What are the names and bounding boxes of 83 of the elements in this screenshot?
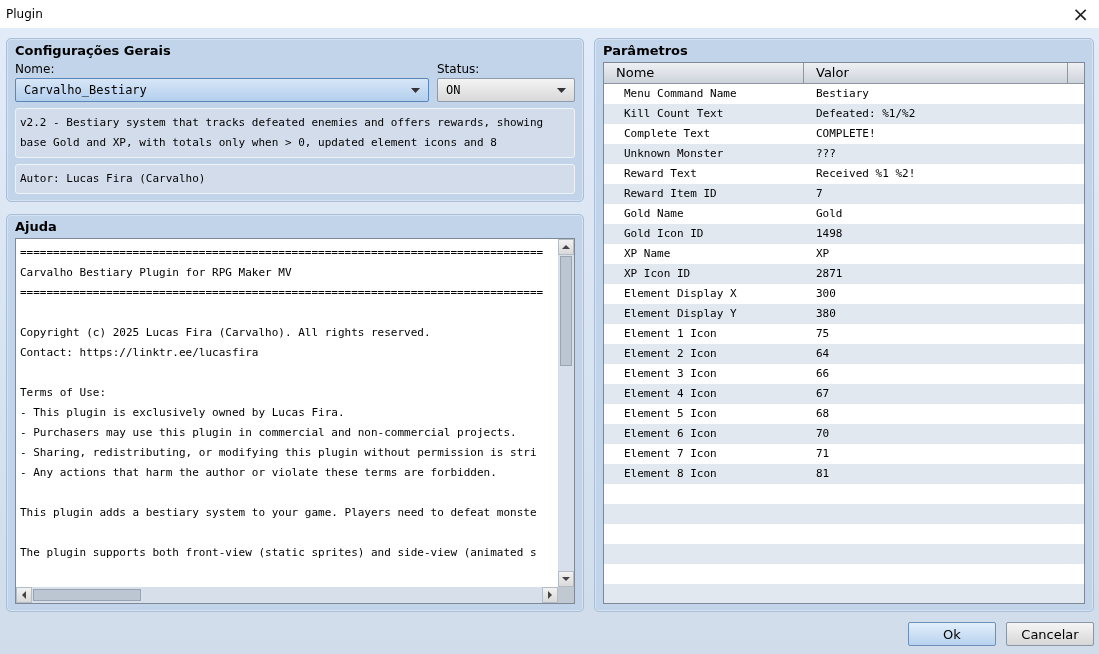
table-cell-text: XP Icon ID (623, 266, 692, 282)
column-header[interactable]: Valor (804, 63, 1068, 83)
table-cell-text: 1498 (816, 226, 843, 242)
table-cell-text: Unknown Monster (623, 146, 725, 162)
table-cell-text: Complete Text (623, 126, 712, 142)
window-title: Plugin (6, 7, 43, 21)
cancel-button[interactable]: Cancelar (1006, 622, 1094, 646)
column-header[interactable]: Nome (604, 63, 804, 83)
help-text-line: - This plugin is exclusively owned by Lucas Fira. (20, 405, 346, 421)
help-text-line: Terms of Use: (20, 385, 108, 401)
table-cell-text: Element 7 Icon (623, 446, 718, 462)
table-cell-text: 300 (816, 286, 836, 302)
help-text-line: This plugin adds a bestiary system to your game. Players need to defeat monste (20, 505, 538, 521)
table-cell-text: 66 (816, 366, 830, 382)
table-cell-text: 68 (816, 406, 830, 422)
help-text-line: Contact: https://linktr.ee/lucasfira (20, 345, 260, 361)
caret-icon (411, 87, 420, 93)
table-cell-text: ??? (816, 146, 836, 162)
table-cell-text: 64 (816, 346, 830, 362)
status-dropdown[interactable]: ON (437, 78, 575, 102)
table-cell-text: Reward Text (623, 166, 698, 182)
table-cell-text: Reward Item ID (623, 186, 718, 202)
help-text-line: =============================================================================== (20, 285, 545, 301)
field-label: Nome: (15, 62, 56, 76)
help-text-line: The plugin supports both front-view (static sprites) and side-view (animated s (20, 545, 538, 561)
table-cell-text: Element 4 Icon (623, 386, 718, 402)
ok-button[interactable]: Ok (908, 622, 996, 646)
down-arrow-icon (562, 577, 570, 581)
table-cell-text: Element 3 Icon (623, 366, 718, 382)
help-text-line: - Any actions that harm the author or violate these terms are forbidden. (20, 465, 498, 481)
scroll-thumb[interactable] (560, 256, 572, 366)
table-cell-text: XP Name (623, 246, 672, 262)
table-cell-text: 71 (816, 446, 830, 462)
up-arrow-icon (562, 245, 570, 249)
table-cell-text: Gold (816, 206, 843, 222)
table-cell-text: Element 5 Icon (623, 406, 718, 422)
scroll-thumb[interactable] (33, 589, 141, 601)
help-text-line: Carvalho Bestiary Plugin for RPG Maker MV (20, 265, 293, 281)
table-cell-text: Defeated: %1/%2 (816, 106, 916, 122)
table-cell-text: Element Display X (623, 286, 738, 302)
table-cell-text: Bestiary (816, 86, 869, 102)
scroll-right-button[interactable] (542, 587, 558, 603)
help-text-line: - Purchasers may use this plugin in commercial and non-commercial projects. (20, 425, 518, 441)
description-line: base Gold and XP, with totals only when > 0, updated element icons and 8 (20, 135, 498, 151)
horizontal-scrollbar[interactable] (16, 587, 558, 603)
left-arrow-icon (22, 591, 26, 599)
table-cell-text: Element Display Y (623, 306, 738, 322)
help-text-line: Copyright (c) 2025 Lucas Fira (Carvalho). All rights reserved. (20, 325, 432, 341)
table-cell-text: Kill Count Text (623, 106, 725, 122)
scrollbar-corner (558, 587, 574, 603)
table-cell-text: 380 (816, 306, 836, 322)
description-line: v2.2 - Bestiary system that tracks defeated enemies and offers rewards, showing (20, 115, 545, 131)
table-cell-text: 75 (816, 326, 830, 342)
name-dropdown[interactable]: Carvalho_Bestiary (15, 78, 429, 102)
table-cell-text: COMPLETE! (816, 126, 876, 142)
table-cell-text: XP (816, 246, 830, 262)
author-text: Autor: Lucas Fira (Carvalho) (20, 171, 207, 187)
help-text-line: - Sharing, redistributing, or modifying this plugin without permission is stri (20, 445, 538, 461)
panel-title: Parâmetros (603, 42, 689, 60)
panel-title: Configurações Gerais (15, 42, 172, 60)
table-cell-text: 2871 (816, 266, 843, 282)
right-arrow-icon (548, 591, 552, 599)
table-cell-text: Gold Icon ID (623, 226, 705, 242)
scroll-up-button[interactable] (558, 239, 574, 255)
table-cell-text: Menu Command Name (623, 86, 738, 102)
scroll-down-button[interactable] (558, 571, 574, 587)
scroll-left-button[interactable] (16, 587, 32, 603)
caret-icon (557, 87, 566, 93)
table-cell-text: Received %1 %2! (816, 166, 916, 182)
panel-title: Ajuda (15, 218, 58, 236)
table-cell-text: Gold Name (623, 206, 685, 222)
table-cell-text: Element 2 Icon (623, 346, 718, 362)
vertical-scrollbar[interactable] (558, 239, 574, 587)
table-cell-text: 7 (816, 186, 823, 202)
table-cell-text: 70 (816, 426, 830, 442)
table-cell-text: 67 (816, 386, 830, 402)
help-text-line: =============================================================================== (20, 245, 545, 261)
field-label: Status: (437, 62, 481, 76)
table-cell-text: 81 (816, 466, 830, 482)
close-button[interactable]: × (1068, 4, 1093, 24)
table-cell-text: Element 1 Icon (623, 326, 718, 342)
table-cell-text: Element 6 Icon (623, 426, 718, 442)
table-cell-text: Element 8 Icon (623, 466, 718, 482)
